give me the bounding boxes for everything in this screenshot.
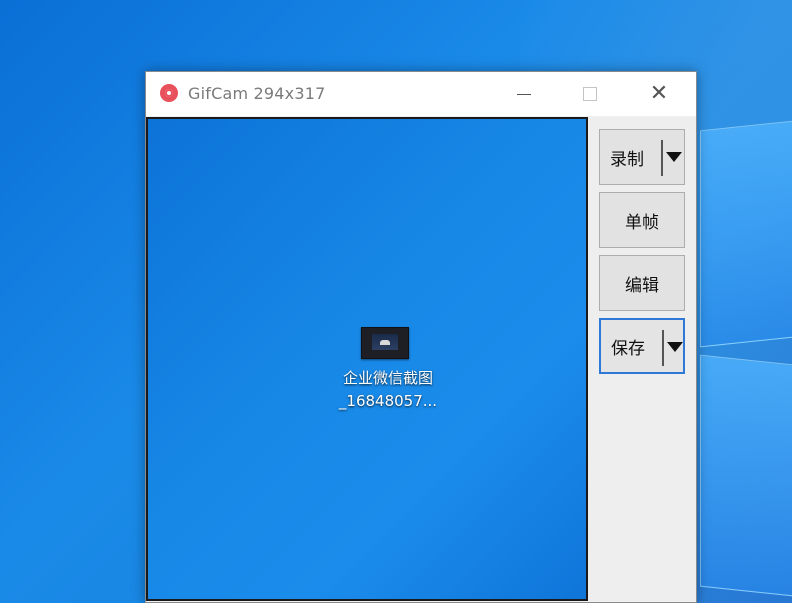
dropdown-arrow-icon[interactable] [666, 152, 682, 162]
close-icon: ✕ [649, 81, 669, 106]
record-button-label: 录制 [610, 149, 644, 170]
image-file-icon[interactable] [361, 327, 409, 359]
capture-area[interactable]: 企业微信截图 _16848057... [146, 117, 588, 601]
maximize-button[interactable] [567, 72, 613, 116]
desktop-icon-label-line1: 企业微信截图 [342, 369, 433, 387]
desktop-icon-label-line2: _16848057... [338, 392, 438, 410]
side-panel: 录制 单帧 编辑 保存 [590, 117, 696, 601]
single-frame-button[interactable]: 单帧 [599, 192, 685, 248]
minimize-button[interactable] [501, 72, 547, 116]
edit-button-label: 编辑 [625, 275, 659, 296]
gifcam-icon [160, 84, 178, 102]
dropdown-arrow-icon[interactable] [667, 342, 683, 352]
split-separator [661, 140, 663, 176]
single-frame-button-label: 单帧 [625, 212, 659, 233]
windows-logo-pane [700, 354, 792, 598]
desktop-icon-label[interactable]: 企业微信截图 _16848057... [298, 367, 478, 413]
save-button-label: 保存 [611, 338, 645, 359]
save-button[interactable]: 保存 [599, 318, 685, 374]
edit-button[interactable]: 编辑 [599, 255, 685, 311]
gifcam-window: GifCam 294x317 ✕ 企业微信截图 _16848057... 录制 … [145, 71, 697, 603]
windows-logo-pane [700, 119, 792, 348]
split-separator [662, 330, 664, 366]
close-button[interactable]: ✕ [636, 72, 682, 116]
title-bar[interactable]: GifCam 294x317 ✕ [146, 72, 696, 116]
maximize-icon [583, 87, 597, 101]
window-title: GifCam 294x317 [188, 84, 326, 103]
record-button[interactable]: 录制 [599, 129, 685, 185]
minimize-icon [517, 93, 531, 95]
image-thumbnail [372, 334, 398, 350]
